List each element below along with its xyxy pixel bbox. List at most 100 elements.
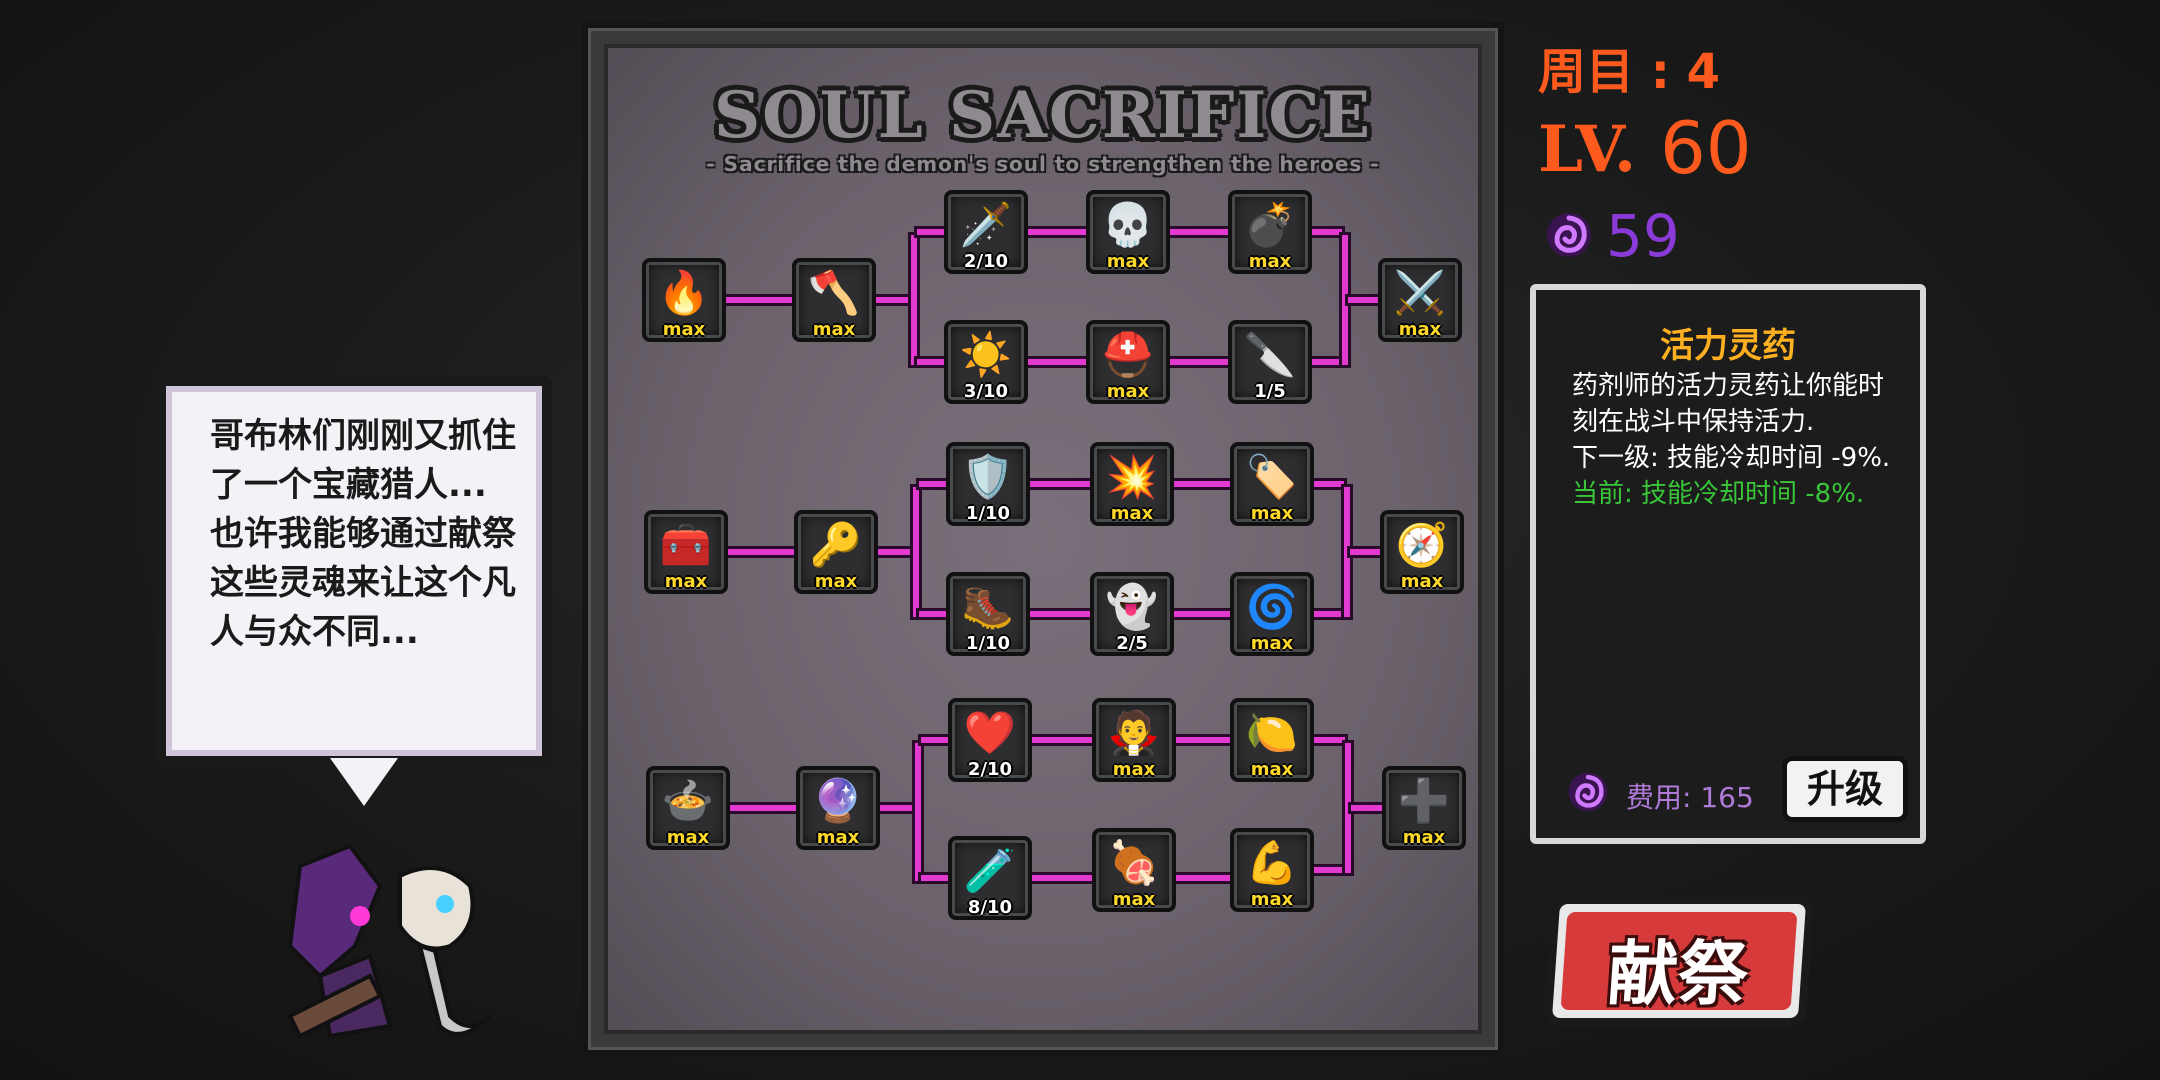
skill-level: 1/5 — [1254, 381, 1286, 402]
ghost-halo-icon: 👻 — [1105, 582, 1159, 631]
skill-level: max — [1250, 889, 1294, 910]
skill-level: max — [1250, 633, 1294, 654]
skill-level: max — [1250, 503, 1294, 524]
speech-bubble: 哥布林们刚刚又抓住了一个宝藏猎人... 也许我能够通过献祭这些灵魂来让这个凡人与… — [156, 376, 552, 766]
sale-sign-icon: 🏷️ — [1245, 452, 1299, 501]
skill-node[interactable]: 💪 max — [1230, 828, 1314, 912]
skill-node[interactable]: ☀️ 3/10 — [944, 320, 1028, 404]
skill-level: max — [816, 827, 860, 848]
skill-level: 2/10 — [967, 759, 1013, 780]
exploding-chest-icon: 💥 — [1105, 452, 1159, 501]
panel-title: SOUL SACRIFICE — [713, 78, 1373, 153]
skill-node[interactable]: 🏷️ max — [1230, 442, 1314, 526]
level-label: LV. — [1538, 112, 1637, 187]
skill-title: 活力灵药 — [1660, 326, 1796, 366]
sword-up-icon: 🗡️ — [959, 200, 1013, 249]
round-counter: 周目 : 4 — [1538, 44, 1721, 100]
skill-level: max — [1106, 251, 1150, 272]
skill-node[interactable]: 🔮 max — [796, 766, 880, 850]
speech-bubble-tail-fill — [330, 758, 398, 806]
skill-level: max — [1106, 381, 1150, 402]
sun-up-icon: ☀️ — [959, 330, 1013, 379]
skill-level: 2/10 — [963, 251, 1009, 272]
skill-level: max — [1402, 827, 1446, 848]
skeleton-king-icon: 💀 — [1101, 200, 1155, 249]
skill-level: max — [1112, 759, 1156, 780]
purple-flame-icon: 🌀 — [1245, 582, 1299, 631]
skill-level: 3/10 — [963, 381, 1009, 402]
skill-level: max — [812, 319, 856, 340]
skill-level: max — [666, 827, 710, 848]
soul-swirl-icon — [1547, 213, 1591, 257]
skill-node[interactable]: 🗡️ 2/10 — [944, 190, 1028, 274]
sacrifice-label: 献祭 — [1605, 933, 1751, 1015]
red-cross-icon: ➕ — [1397, 776, 1451, 825]
meat-leg-icon: 🍖 — [1107, 838, 1161, 887]
skill-node[interactable]: 🌀 max — [1230, 572, 1314, 656]
skill-node[interactable]: 💣 max — [1228, 190, 1312, 274]
soul-cost-icon — [1568, 772, 1608, 812]
hooded-reaper-icon: 🧛 — [1107, 708, 1161, 757]
knight-helmet-icon: ⛑️ — [1101, 330, 1155, 379]
skill-next-level: 下一级: 技能冷却时间 -9%. — [1572, 443, 1891, 473]
axe-key-icon: 🪓 — [807, 268, 861, 317]
skill-node[interactable]: 💀 max — [1086, 190, 1170, 274]
skill-node[interactable]: 🍋 max — [1230, 698, 1314, 782]
skill-level: 1/10 — [965, 633, 1011, 654]
skill-node[interactable]: 👻 2/5 — [1090, 572, 1174, 656]
sacrifice-button-face: 献祭 — [1560, 912, 1798, 1015]
tree-connector — [910, 484, 922, 620]
winged-boot-icon: 🥾 — [961, 582, 1015, 631]
panel-subtitle: - Sacrifice the demon's soul to strength… — [706, 152, 1380, 176]
tree-connector — [908, 232, 920, 368]
skill-node[interactable]: 🔪 1/5 — [1228, 320, 1312, 404]
skill-level: max — [1248, 251, 1292, 272]
skill-node[interactable]: 🔑 max — [794, 510, 878, 594]
skill-node[interactable]: 🪓 max — [792, 258, 876, 342]
skill-node[interactable]: ⛑️ max — [1086, 320, 1170, 404]
anvil-fire-icon: 🔥 — [657, 268, 711, 317]
skill-level: 1/10 — [965, 503, 1011, 524]
skill-node[interactable]: 🍖 max — [1092, 828, 1176, 912]
skill-level: max — [814, 571, 858, 592]
red-potion-icon: 🧪 — [963, 846, 1017, 895]
skill-node[interactable]: 🧭 max — [1380, 510, 1464, 594]
golden-fruit-icon: 🍋 — [1245, 708, 1299, 757]
heart-up-icon: ❤️ — [963, 708, 1017, 757]
skill-level: max — [1398, 319, 1442, 340]
skill-node[interactable]: ⚔️ max — [1378, 258, 1462, 342]
panel-inner: SOUL SACRIFICE - Sacrifice the demon's s… — [604, 44, 1482, 1034]
souls-count: 59 — [1606, 202, 1680, 270]
skill-current-level: 当前: 技能冷却时间 -8%. — [1572, 479, 1865, 509]
crystal-wand-icon: 🔮 — [811, 776, 865, 825]
skill-description-block: 药剂师的活力灵药让你能时刻在战斗中保持活力. 下一级: 技能冷却时间 -9%. … — [1572, 368, 1902, 512]
golden-key-icon: 🔑 — [809, 520, 863, 569]
demon-character-icon — [287, 843, 492, 1039]
skill-level: max — [1112, 889, 1156, 910]
skill-node[interactable]: 💥 max — [1090, 442, 1174, 526]
skill-description: 药剂师的活力灵药让你能时刻在战斗中保持活力. — [1572, 371, 1885, 437]
cauldron-icon: 🍲 — [661, 776, 715, 825]
skill-node[interactable]: 🔥 max — [642, 258, 726, 342]
level-value: 60 — [1660, 106, 1752, 190]
skill-node[interactable]: 🧰 max — [644, 510, 728, 594]
compass-icon: 🧭 — [1395, 520, 1449, 569]
skill-node[interactable]: 🧪 8/10 — [948, 836, 1032, 920]
skill-node[interactable]: 🛡️ 1/10 — [946, 442, 1030, 526]
skill-node[interactable]: ➕ max — [1382, 766, 1466, 850]
skill-level: max — [662, 319, 706, 340]
sacrifice-button[interactable]: 献祭 — [1543, 896, 1815, 1026]
skill-level: max — [1250, 759, 1294, 780]
skill-node[interactable]: ❤️ 2/10 — [948, 698, 1032, 782]
bomb-icon: 💣 — [1243, 200, 1297, 249]
skill-level: max — [1110, 503, 1154, 524]
skill-node[interactable]: 🧛 max — [1092, 698, 1176, 782]
flexed-arm-icon: 💪 — [1245, 838, 1299, 887]
soul-sacrifice-panel: SOUL SACRIFICE - Sacrifice the demon's s… — [582, 22, 1504, 1056]
crossed-axes-icon: ⚔️ — [1393, 268, 1447, 317]
skill-level: max — [664, 571, 708, 592]
treasure-chest-icon: 🧰 — [659, 520, 713, 569]
upgrade-button[interactable]: 升级 — [1782, 756, 1908, 822]
skill-node[interactable]: 🍲 max — [646, 766, 730, 850]
skill-node[interactable]: 🥾 1/10 — [946, 572, 1030, 656]
